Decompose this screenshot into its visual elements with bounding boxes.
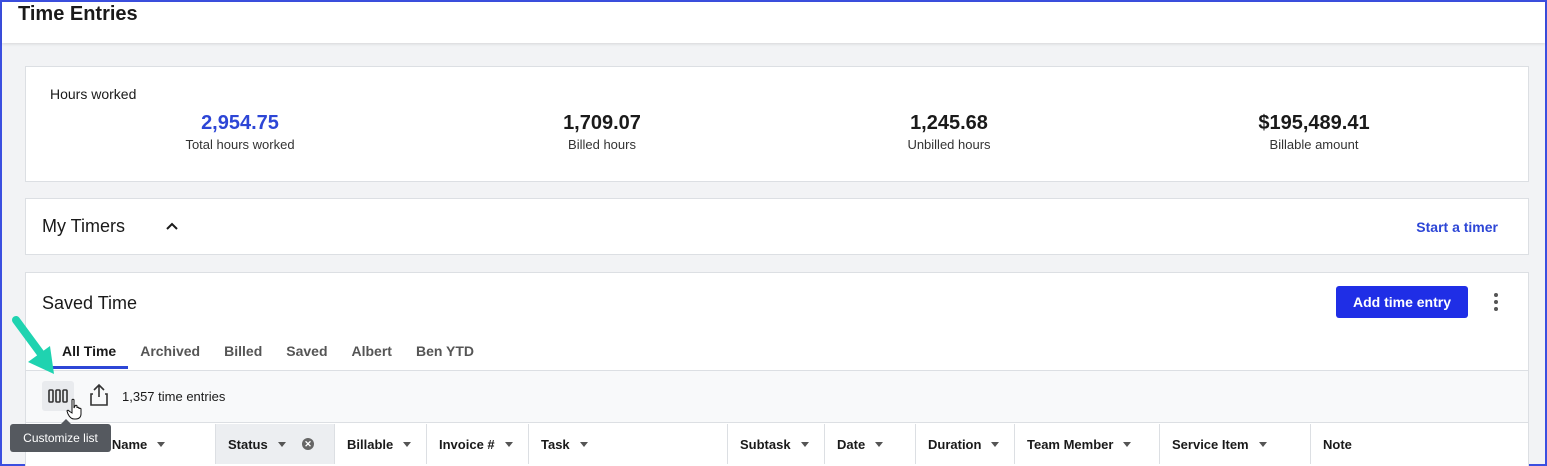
column-label: Note [1323, 436, 1352, 452]
column-header-duration[interactable]: Duration [916, 424, 1015, 464]
column-header-billable[interactable]: Billable [335, 424, 427, 464]
column-header-task[interactable]: Task [529, 424, 728, 464]
column-label: Billable [347, 436, 394, 452]
column-header-note[interactable]: Note [1311, 424, 1528, 464]
stat-total-hours: 2,954.75 Total hours worked [120, 112, 360, 152]
customize-list-tooltip: Customize list [10, 419, 111, 452]
saved-time-card: Saved Time Add time entry All Time Archi… [25, 272, 1529, 466]
column-label: Status [228, 436, 268, 452]
caret-down-icon [1123, 441, 1132, 447]
caret-down-icon [991, 441, 1000, 447]
caret-down-icon [875, 441, 884, 447]
stat-billed-hours: 1,709.07 Billed hours [482, 112, 722, 152]
stat-label: Total hours worked [185, 137, 295, 152]
stat-value: $195,489.41 [1258, 112, 1370, 134]
kebab-menu-icon[interactable] [1488, 291, 1504, 313]
column-label: Task [541, 436, 570, 452]
saved-views-tabs: All Time Archived Billed Saved Albert Be… [50, 331, 486, 371]
annotation-arrow-icon [12, 316, 54, 374]
tab-billed[interactable]: Billed [212, 331, 274, 369]
page-title: Time Entries [18, 3, 138, 25]
caret-down-icon [579, 441, 588, 447]
column-label: Invoice # [439, 436, 495, 452]
column-label: Subtask [740, 436, 791, 452]
hours-worked-card: Hours worked 2,954.75 Total hours worked… [25, 66, 1529, 182]
hours-worked-label: Hours worked [50, 86, 137, 102]
tooltip-text: Customize list [23, 431, 98, 445]
caret-down-icon [504, 441, 513, 447]
tab-all-time[interactable]: All Time [50, 331, 129, 369]
clear-filter-icon[interactable]: ✕ [302, 438, 314, 450]
stat-value: 2,954.75 [201, 112, 279, 134]
column-header-team-member[interactable]: Team Member [1015, 424, 1160, 464]
caret-down-icon [1258, 441, 1267, 447]
entry-count: 1,357 time entries [122, 389, 226, 404]
column-header-invoice[interactable]: Invoice # [427, 424, 529, 464]
table-header: nt Name Status ✕ Billable Invoice # Task… [26, 424, 1528, 466]
stat-label: Unbilled hours [907, 137, 991, 152]
column-label: Duration [928, 436, 982, 452]
saved-time-title: Saved Time [42, 293, 138, 313]
column-label: Service Item [1172, 436, 1249, 452]
my-timers-card: My Timers Start a timer [25, 198, 1529, 255]
top-bar: Time Entries [2, 2, 1545, 43]
columns-icon [48, 389, 68, 403]
column-label: Date [837, 436, 866, 452]
column-header-status[interactable]: Status ✕ [216, 424, 335, 464]
my-timers-title: My Timers [42, 216, 125, 236]
tab-ben-ytd[interactable]: Ben YTD [404, 331, 486, 369]
list-toolbar: 1,357 time entries [26, 371, 1528, 423]
caret-down-icon [157, 441, 166, 447]
tab-archived[interactable]: Archived [128, 331, 212, 369]
stat-label: Billable amount [1269, 137, 1359, 152]
stat-unbilled-hours: 1,245.68 Unbilled hours [829, 112, 1069, 152]
stat-billable-amount: $195,489.41 Billable amount [1194, 112, 1434, 152]
column-header-date[interactable]: Date [825, 424, 916, 464]
caret-down-icon [403, 441, 412, 447]
start-timer-link[interactable]: Start a timer [1416, 219, 1498, 235]
stat-value: 1,245.68 [910, 112, 988, 134]
caret-down-icon [277, 441, 286, 447]
caret-down-icon [800, 441, 809, 447]
stat-label: Billed hours [568, 137, 636, 152]
hand-cursor-icon [66, 398, 82, 420]
column-header-subtask[interactable]: Subtask [728, 424, 825, 464]
tab-albert[interactable]: Albert [340, 331, 404, 369]
share-icon[interactable] [88, 383, 110, 407]
add-time-entry-button[interactable]: Add time entry [1336, 286, 1468, 318]
column-header-service-item[interactable]: Service Item [1160, 424, 1311, 464]
stat-value: 1,709.07 [563, 112, 641, 134]
column-label: Team Member [1027, 436, 1114, 452]
tab-saved[interactable]: Saved [274, 331, 339, 369]
chevron-up-icon[interactable] [165, 219, 179, 233]
